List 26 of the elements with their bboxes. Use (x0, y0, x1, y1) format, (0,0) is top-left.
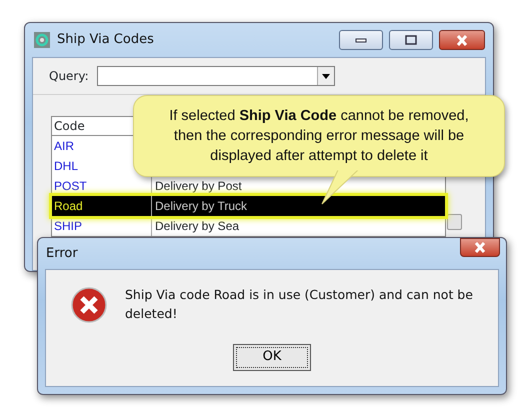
error-icon (71, 286, 107, 323)
close-icon (456, 34, 468, 46)
code-cell: SHIP (52, 216, 152, 236)
dropdown-arrow-icon (322, 74, 330, 78)
query-dropdown[interactable] (96, 66, 335, 86)
close-icon (474, 242, 486, 253)
table-row[interactable]: SHIP Delivery by Sea (52, 216, 445, 236)
dialog-title: Error (46, 244, 78, 263)
description-cell-text: Delivery by Sea (154, 218, 240, 235)
description-cell-text: Delivery by Post (154, 178, 242, 195)
ok-button[interactable]: OK (233, 344, 311, 370)
close-button[interactable] (460, 238, 500, 257)
error-message: Ship Via code Road is in use (Customer) and can not be deleted! (125, 286, 474, 323)
app-icon (33, 31, 51, 49)
maximize-button[interactable] (389, 30, 433, 50)
selected-row[interactable]: Road Delivery by Truck (52, 196, 445, 216)
query-label: Query: (49, 68, 89, 85)
minimize-button[interactable] (339, 30, 383, 50)
scrollbar-thumb[interactable] (447, 214, 462, 230)
description-cell-text: Delivery by Truck (154, 198, 248, 215)
code-cell: Road (52, 196, 152, 216)
tooltip-text: If selected Ship Via Code cannot be removed, then the corresponding error message will be displayed after attempt to delete it (168, 107, 470, 166)
minimize-icon (355, 37, 367, 43)
window-title: Ship Via Codes (57, 31, 154, 50)
close-button[interactable] (439, 30, 485, 50)
maximize-icon (405, 35, 417, 45)
